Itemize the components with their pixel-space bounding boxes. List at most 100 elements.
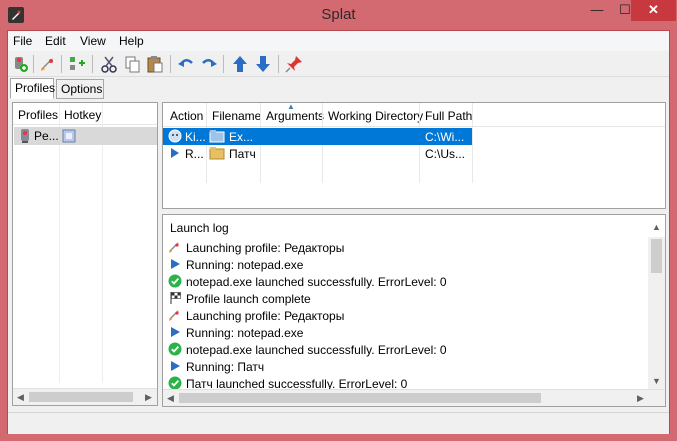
action-row[interactable]: Ki... Ex... C:\Wi... <box>163 128 472 145</box>
log-entry-text: Launching profile: Редакторы <box>186 241 345 255</box>
profile-name: Pe... <box>34 129 59 143</box>
scroll-right-icon[interactable]: ▶ <box>145 392 152 403</box>
log-entry: Running: notepad.exe <box>168 256 648 273</box>
menu-view[interactable]: View <box>80 34 106 48</box>
scroll-up-icon[interactable]: ▲ <box>652 222 661 232</box>
log-entry: Running: Патч <box>168 358 648 375</box>
close-icon: ✕ <box>648 2 659 17</box>
launch-log-title: Launch log <box>170 221 229 235</box>
rocket-icon <box>169 242 179 253</box>
toolbar-separator <box>278 55 279 73</box>
add-action-icon[interactable] <box>67 54 87 74</box>
profiles-list-header: Profiles Hotkey <box>13 103 157 125</box>
pin-icon[interactable] <box>284 54 304 74</box>
move-up-icon[interactable] <box>230 54 250 74</box>
kill-action-icon <box>168 129 182 143</box>
column-working-directory[interactable]: Working Directory <box>328 109 423 123</box>
profile-icon <box>21 129 29 143</box>
check-icon <box>168 376 182 390</box>
log-entry-text: Running: Патч <box>186 360 265 374</box>
filename-cell: Ex... <box>229 130 254 144</box>
window-title: Splat <box>321 6 356 23</box>
profiles-horizontal-scrollbar[interactable]: ◀ ▶ <box>13 388 157 405</box>
scroll-right-icon[interactable]: ▶ <box>637 393 644 404</box>
toolbar <box>8 51 669 77</box>
scroll-down-icon[interactable]: ▼ <box>652 376 661 386</box>
close-button[interactable]: ✕ <box>631 0 676 21</box>
title-bar: Splat — ☐ ✕ <box>0 0 677 30</box>
flag-icon <box>170 292 181 304</box>
toolbar-separator <box>61 55 62 73</box>
log-entry-text: Profile launch complete <box>186 292 311 306</box>
column-arguments[interactable]: Arguments <box>266 109 324 123</box>
actions-grid-header: Action Filename Arguments ▲ Working Dire… <box>163 102 665 127</box>
toolbar-separator <box>33 55 34 73</box>
tab-profiles[interactable]: Profiles <box>10 78 55 99</box>
log-entry-text: notepad.exe launched successfully. Error… <box>186 343 447 357</box>
rocket-icon <box>169 310 179 321</box>
tab-options[interactable]: Options <box>56 79 104 99</box>
folder-icon <box>209 147 225 160</box>
hotkey-icon <box>62 129 76 143</box>
filename-cell: Патч <box>229 147 256 161</box>
menu-edit[interactable]: Edit <box>45 34 66 48</box>
undo-icon[interactable] <box>176 54 196 74</box>
check-icon <box>168 274 182 288</box>
scroll-left-icon[interactable]: ◀ <box>167 393 174 404</box>
scrollbar-thumb[interactable] <box>651 239 662 273</box>
sort-ascending-icon: ▲ <box>287 102 295 111</box>
toolbar-separator <box>170 55 171 73</box>
menu-help[interactable]: Help <box>119 34 144 48</box>
log-vertical-scrollbar[interactable]: ▲ ▼ <box>648 222 665 390</box>
toolbar-separator <box>92 55 93 73</box>
explorer-icon <box>209 130 225 143</box>
column-divider <box>59 103 60 383</box>
status-bar <box>8 412 669 434</box>
log-entry: notepad.exe launched successfully. Error… <box>168 273 648 290</box>
menu-file[interactable]: File <box>13 34 32 48</box>
log-entry-text: notepad.exe launched successfully. Error… <box>186 275 447 289</box>
run-action-icon <box>171 148 179 158</box>
full-path-cell: C:\Us... <box>425 147 466 161</box>
log-entry: notepad.exe launched successfully. Error… <box>168 341 648 358</box>
column-action[interactable]: Action <box>170 109 203 123</box>
minimize-icon: — <box>590 2 604 17</box>
play-icon <box>171 327 180 337</box>
menu-bar: File Edit View Help <box>8 31 669 51</box>
profile-row[interactable]: Pe... <box>14 127 157 145</box>
toolbar-separator <box>223 55 224 73</box>
scrollbar-thumb[interactable] <box>179 393 541 403</box>
column-divider <box>102 103 103 383</box>
log-horizontal-scrollbar[interactable]: ◀ ▶ <box>163 389 665 406</box>
redo-icon[interactable] <box>199 54 219 74</box>
log-entry: Profile launch complete <box>168 290 648 307</box>
scroll-left-icon[interactable]: ◀ <box>17 392 24 403</box>
play-icon <box>171 361 180 371</box>
actions-grid: Action Filename Arguments ▲ Working Dire… <box>162 102 666 209</box>
scrollbar-thumb[interactable] <box>29 392 133 402</box>
app-window: Splat — ☐ ✕ File Edit View Help Profiles… <box>0 0 677 441</box>
action-cell: Ki... <box>185 130 205 144</box>
launch-log-panel: Launch log Launching profile: Редакторы R… <box>162 214 666 407</box>
move-down-icon[interactable] <box>253 54 273 74</box>
client-area: File Edit View Help Profiles Options Pro… <box>7 30 670 434</box>
column-profiles[interactable]: Profiles <box>18 108 58 122</box>
log-entry: Launching profile: Редакторы <box>168 239 648 256</box>
column-divider <box>472 103 473 183</box>
action-cell: R... <box>185 147 204 161</box>
cut-icon[interactable] <box>99 54 119 74</box>
check-icon <box>168 342 182 356</box>
column-hotkey[interactable]: Hotkey <box>64 108 101 122</box>
profiles-list: Profiles Hotkey Pe... ◀ ▶ <box>12 102 158 406</box>
action-row[interactable]: R... Патч C:\Us... <box>163 145 472 162</box>
column-full-path[interactable]: Full Path <box>425 109 472 123</box>
launch-icon[interactable] <box>38 54 58 74</box>
minimize-button[interactable]: — <box>583 0 611 21</box>
add-profile-icon[interactable] <box>10 54 30 74</box>
paste-icon[interactable] <box>145 54 165 74</box>
log-entry: Running: notepad.exe <box>168 324 648 341</box>
full-path-cell: C:\Wi... <box>425 130 465 144</box>
copy-icon[interactable] <box>122 54 142 74</box>
column-filename[interactable]: Filename <box>212 109 261 123</box>
log-entry-text: Running: notepad.exe <box>186 326 304 340</box>
